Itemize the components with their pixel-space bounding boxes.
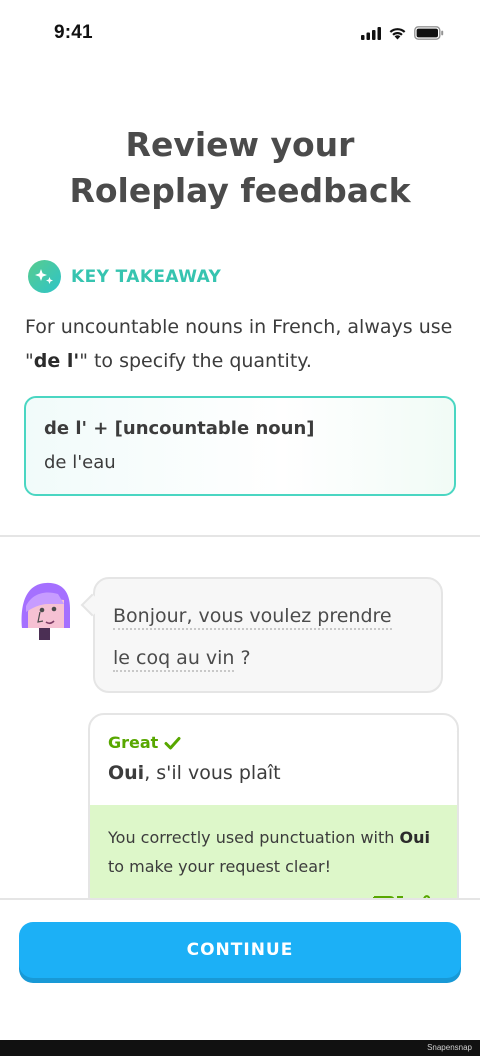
answer-section: Great Oui, s'il vous plaît	[90, 715, 457, 805]
sparkle-icon	[28, 260, 61, 293]
takeaway-text-bold: de l'	[33, 350, 80, 372]
continue-button[interactable]: CONTINUE	[19, 922, 461, 978]
answer-rest: , s'il vous plaît	[144, 762, 281, 784]
grammar-example: de l'eau	[44, 452, 116, 473]
character-speech-bubble[interactable]: Bonjour, vous voulez prendre le coq au v…	[80, 577, 443, 693]
answer-bold-word: Oui	[108, 762, 145, 784]
answer-status-row: Great	[108, 733, 439, 752]
grammar-formula-card: de l' + [uncountable noun] de l'eau	[24, 396, 456, 496]
key-takeaway-label: KEY TAKEAWAY	[71, 266, 222, 287]
feedback-panel: You correctly used punctuation with Oui …	[90, 805, 457, 911]
footer-watermark-text: Snapensnap	[427, 1043, 472, 1052]
footer-strip: Snapensnap	[0, 1040, 480, 1056]
wifi-icon	[389, 28, 406, 40]
user-answer-card: Great Oui, s'il vous plaît You correctly…	[88, 713, 459, 913]
page-title-line2: Roleplay feedback	[69, 171, 411, 210]
section-divider	[0, 535, 480, 537]
page-title-line1: Review your	[125, 125, 355, 164]
status-bar: 9:41	[0, 0, 480, 70]
key-takeaway-header: KEY TAKEAWAY	[28, 260, 221, 293]
answer-status-label: Great	[108, 733, 159, 752]
status-time: 9:41	[54, 22, 93, 43]
feedback-text-start: You correctly used punctuation with	[108, 828, 400, 847]
prompt-text-dotted[interactable]: le coq au vin	[113, 647, 235, 672]
key-takeaway-text: For uncountable nouns in French, always …	[25, 310, 465, 378]
takeaway-text-end: " to specify the quantity.	[79, 350, 312, 372]
grammar-formula: de l' + [uncountable noun]	[44, 418, 315, 439]
feedback-text-bold: Oui	[399, 828, 430, 847]
prompt-text-end: ?	[234, 647, 251, 669]
speech-bubble-tail	[80, 593, 104, 617]
page-title: Review your Roleplay feedback	[0, 122, 480, 214]
cellular-signal-icon	[361, 26, 381, 40]
user-answer-text: Oui, s'il vous plaît	[108, 758, 439, 788]
feedback-text-end: to make your request clear!	[108, 857, 332, 876]
status-icons	[361, 26, 444, 40]
prompt-text-line1[interactable]: Bonjour, vous voulez prendre	[113, 605, 392, 630]
prompt-line-1: Bonjour, vous voulez prendre	[113, 595, 423, 637]
checkmark-icon	[164, 736, 181, 749]
battery-icon	[414, 26, 444, 40]
prompt-line-2: le coq au vin ?	[113, 637, 423, 679]
character-avatar	[18, 578, 74, 642]
bottom-action-bar: CONTINUE	[0, 898, 480, 1040]
